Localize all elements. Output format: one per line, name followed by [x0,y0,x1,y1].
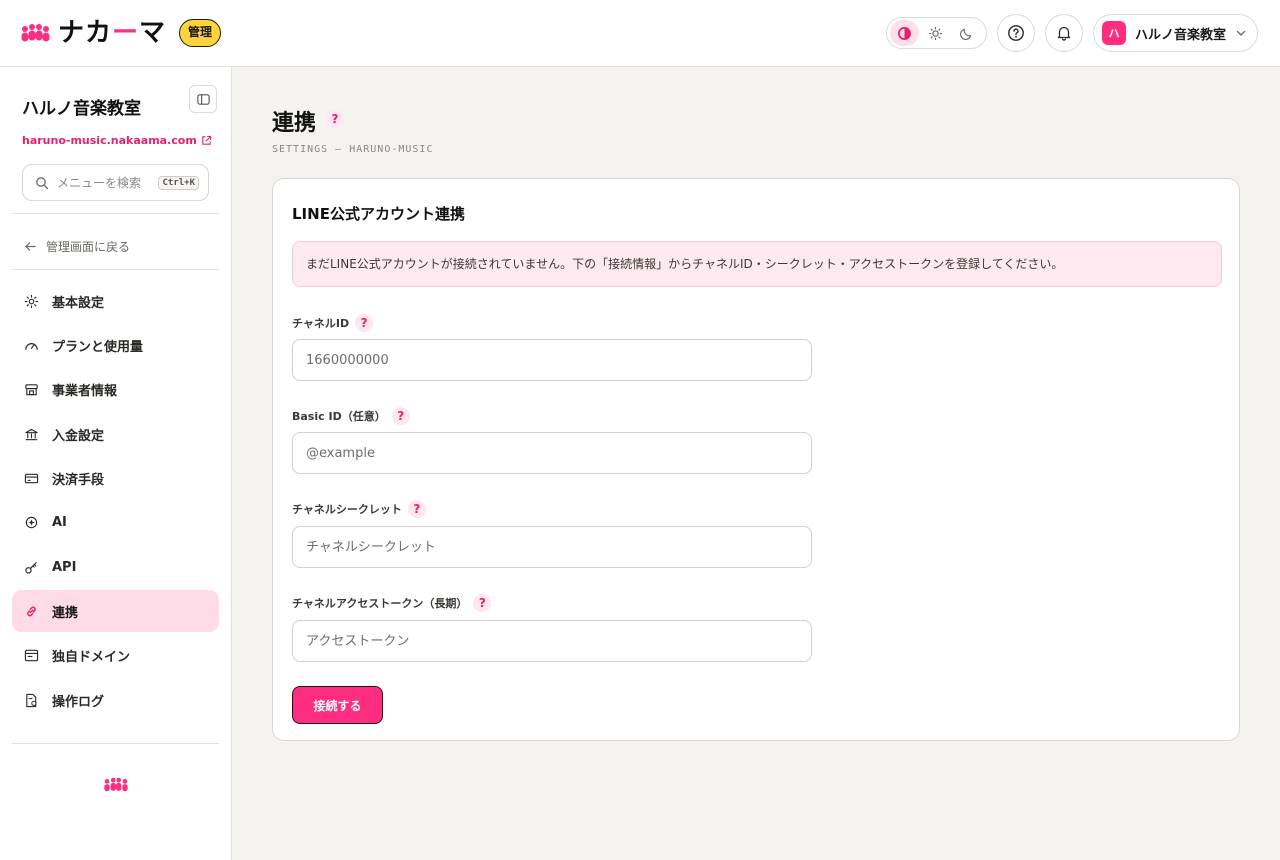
bank-icon [25,428,38,440]
store-icon [25,383,38,395]
page-title: 連携 [272,111,317,136]
basic-id-input[interactable] [292,432,812,474]
theme-light-button[interactable] [921,20,950,46]
logo-wordmark: ナカーマ [58,18,167,48]
sidebar-item-business-info[interactable]: 事業者情報 [12,368,219,410]
sidebar-item-custom-domain[interactable]: 独自ドメイン [12,634,219,676]
sidebar-item-label: 連携 [52,605,79,621]
sidebar-item-label: AI [52,514,67,530]
account-menu-button[interactable]: ハ ハルノ音楽教室 [1093,14,1258,52]
sidebar-item-label: API [52,559,77,575]
theme-dark-button[interactable] [952,20,981,46]
sidebar-item-label: 基本設定 [52,295,105,311]
sidebar-item-label: 操作ログ [52,694,105,710]
ai-icon [25,516,38,528]
theme-contrast-button[interactable] [890,20,919,46]
connect-button[interactable]: 接続する [292,686,383,724]
sidebar-item-label: 独自ドメイン [52,649,131,665]
sidebar-divider [12,269,219,270]
menu-search[interactable]: メニューを検索 Ctrl+K [22,164,209,201]
back-link-label: 管理画面に戻る [46,240,131,254]
contrast-icon [898,26,911,40]
channel-id-label: チャネルID ? [292,314,374,332]
channel-secret-label: チャネルシークレット ? [292,500,426,518]
sidebar-item-plan-usage[interactable]: プランと使用量 [12,324,219,366]
channel-secret-help-icon[interactable]: ? [407,500,426,518]
key-icon [25,561,37,573]
page-subtitle: SETTINGS — HARUNO-MUSIC [272,144,434,155]
sidebar-collapse-button[interactable] [189,85,217,113]
app-logo[interactable]: ナカーマ [20,18,166,48]
sidebar-item-label: プランと使用量 [52,339,144,355]
channel-id-input[interactable] [292,339,812,381]
external-link-icon [202,135,211,145]
sidebar-item-payment-methods[interactable]: 決済手段 [12,457,219,499]
credit-card-icon [24,473,39,483]
search-input-placeholder: メニューを検索 [57,176,142,190]
field-label-text: Basic ID（任意） [292,410,386,423]
sidebar-item-basic-settings[interactable]: 基本設定 [12,280,219,322]
arrow-left-icon [25,242,36,251]
sidebar-item-ai[interactable]: AI [12,501,219,543]
question-circle-icon [1008,25,1024,41]
theme-switcher [886,17,987,49]
link-icon [27,606,36,616]
people-logo-icon [104,777,128,792]
back-to-admin-link[interactable]: 管理画面に戻る [24,238,130,255]
search-icon [36,176,49,189]
not-connected-alert: まだLINE公式アカウントが接続されていません。下の「接続情報」からチャネルID… [292,241,1222,287]
org-url-text: haruno-music.nakaama.com [22,134,197,147]
search-shortcut-badge: Ctrl+K [158,175,199,190]
basic-id-label: Basic ID（任意） ? [292,407,410,425]
sidebar-divider [12,743,219,744]
access-token-input[interactable] [292,620,812,662]
sidebar-item-api[interactable]: API [12,546,219,588]
bell-icon [1057,26,1071,41]
field-label-text: チャネルシークレット [292,503,402,516]
sidebar-item-integrations[interactable]: 連携 [12,590,219,632]
sun-icon [928,26,943,40]
moon-icon [960,28,972,40]
account-avatar: ハ [1102,21,1126,45]
notifications-button[interactable] [1045,14,1083,52]
account-name: ハルノ音楽教室 [1135,27,1227,43]
help-button[interactable] [997,14,1035,52]
sidebar-item-label: 入金設定 [52,428,105,444]
channel-id-help-icon[interactable]: ? [355,314,374,332]
access-token-help-icon[interactable]: ? [473,594,492,612]
sidebar-item-label: 事業者情報 [52,383,118,399]
field-label-text: チャネルアクセストークン（長期） [292,597,468,610]
org-name: ハルノ音楽教室 [22,99,141,119]
browser-icon [24,649,39,661]
gear-icon [24,294,39,308]
top-header: ナカーマ 管理 ハ ハルノ音楽教室 [0,0,1280,67]
page-help-icon[interactable]: ? [326,110,344,128]
sidebar-item-activity-log[interactable]: 操作ログ [12,679,219,721]
channel-secret-input[interactable] [292,526,812,568]
sidebar-divider [12,213,219,214]
sidebar: ハルノ音楽教室 haruno-music.nakaama.com メニューを検索… [0,67,232,860]
sidebar-item-deposit-settings[interactable]: 入金設定 [12,413,219,455]
sidebar-toggle-icon [196,93,210,105]
sidebar-item-label: 決済手段 [52,472,105,488]
card-title: LINE公式アカウント連携 [292,205,465,223]
org-url-link[interactable]: haruno-music.nakaama.com [22,134,212,147]
access-token-label: チャネルアクセストークン（長期） ? [292,594,492,612]
field-label-text: チャネルID [292,317,350,330]
admin-badge: 管理 [179,19,222,47]
people-logo-icon [21,24,50,42]
gauge-icon [25,342,38,350]
basic-id-help-icon[interactable]: ? [391,407,410,425]
line-integration-card: LINE公式アカウント連携 まだLINE公式アカウントが接続されていません。下の… [272,178,1240,741]
chevron-down-icon [1236,30,1246,36]
log-file-icon [26,693,37,707]
